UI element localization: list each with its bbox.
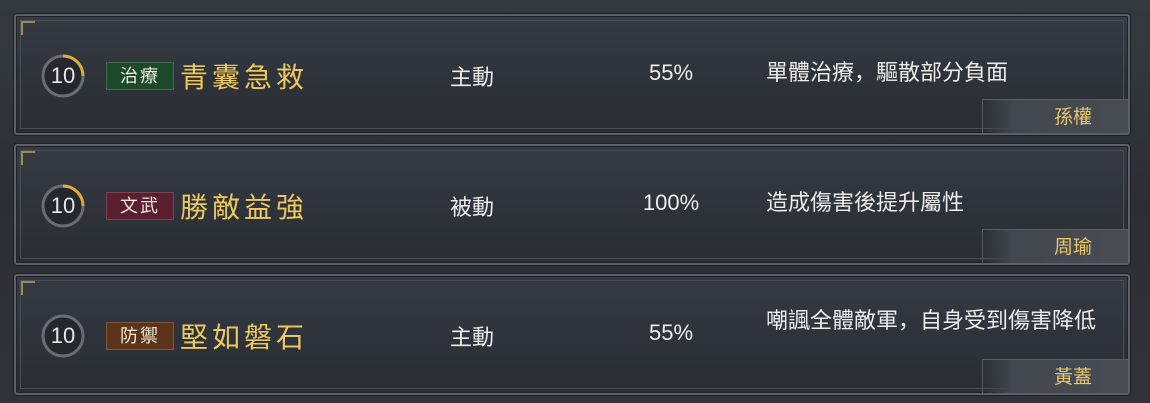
skill-description: 造成傷害後提升屬性	[766, 191, 965, 216]
level-badge: 10	[40, 53, 86, 99]
skill-level: 10	[50, 193, 76, 218]
skill-type: 主動	[450, 326, 495, 351]
skill-name: 勝敵益強	[180, 191, 309, 224]
skill-level: 10	[50, 63, 76, 88]
skill-rate: 55%	[648, 320, 694, 345]
skill-card[interactable]: 10 文武 勝敵益強 被動 100% 造成傷害後提升屬性 周瑜	[14, 144, 1130, 265]
level-badge: 10	[40, 313, 86, 359]
corner-ornament	[21, 281, 35, 295]
skill-owner-label: 黃蓋	[982, 359, 1128, 393]
skill-card[interactable]: 10 防禦 堅如磐石 主動 55% 嘲諷全體敵軍，自身受到傷害降低 黃蓋	[14, 274, 1130, 395]
skill-rate: 55%	[648, 60, 694, 85]
skill-category-tag: 治療	[106, 62, 174, 90]
skill-type: 主動	[450, 66, 495, 91]
skill-type: 被動	[450, 196, 495, 221]
skill-rate: 100%	[642, 190, 700, 215]
skill-list: 10 治療 青囊急救 主動 55% 單體治療，驅散部分負面 孫權 10 文武 勝…	[0, 0, 1150, 403]
skill-owner-label: 孫權	[982, 99, 1128, 133]
skill-description: 單體治療，驅散部分負面	[766, 61, 1009, 86]
skill-name: 青囊急救	[180, 61, 309, 94]
skill-category-tag: 文武	[106, 192, 174, 220]
skill-owner-label: 周瑜	[982, 229, 1128, 263]
skill-level: 10	[50, 323, 76, 348]
corner-ornament	[21, 151, 35, 165]
corner-ornament	[21, 21, 35, 35]
skill-category-tag: 防禦	[106, 322, 174, 350]
skill-name: 堅如磐石	[180, 321, 309, 354]
skill-card[interactable]: 10 治療 青囊急救 主動 55% 單體治療，驅散部分負面 孫權	[14, 14, 1130, 135]
level-badge: 10	[40, 183, 86, 229]
skill-description: 嘲諷全體敵軍，自身受到傷害降低	[766, 309, 1097, 334]
